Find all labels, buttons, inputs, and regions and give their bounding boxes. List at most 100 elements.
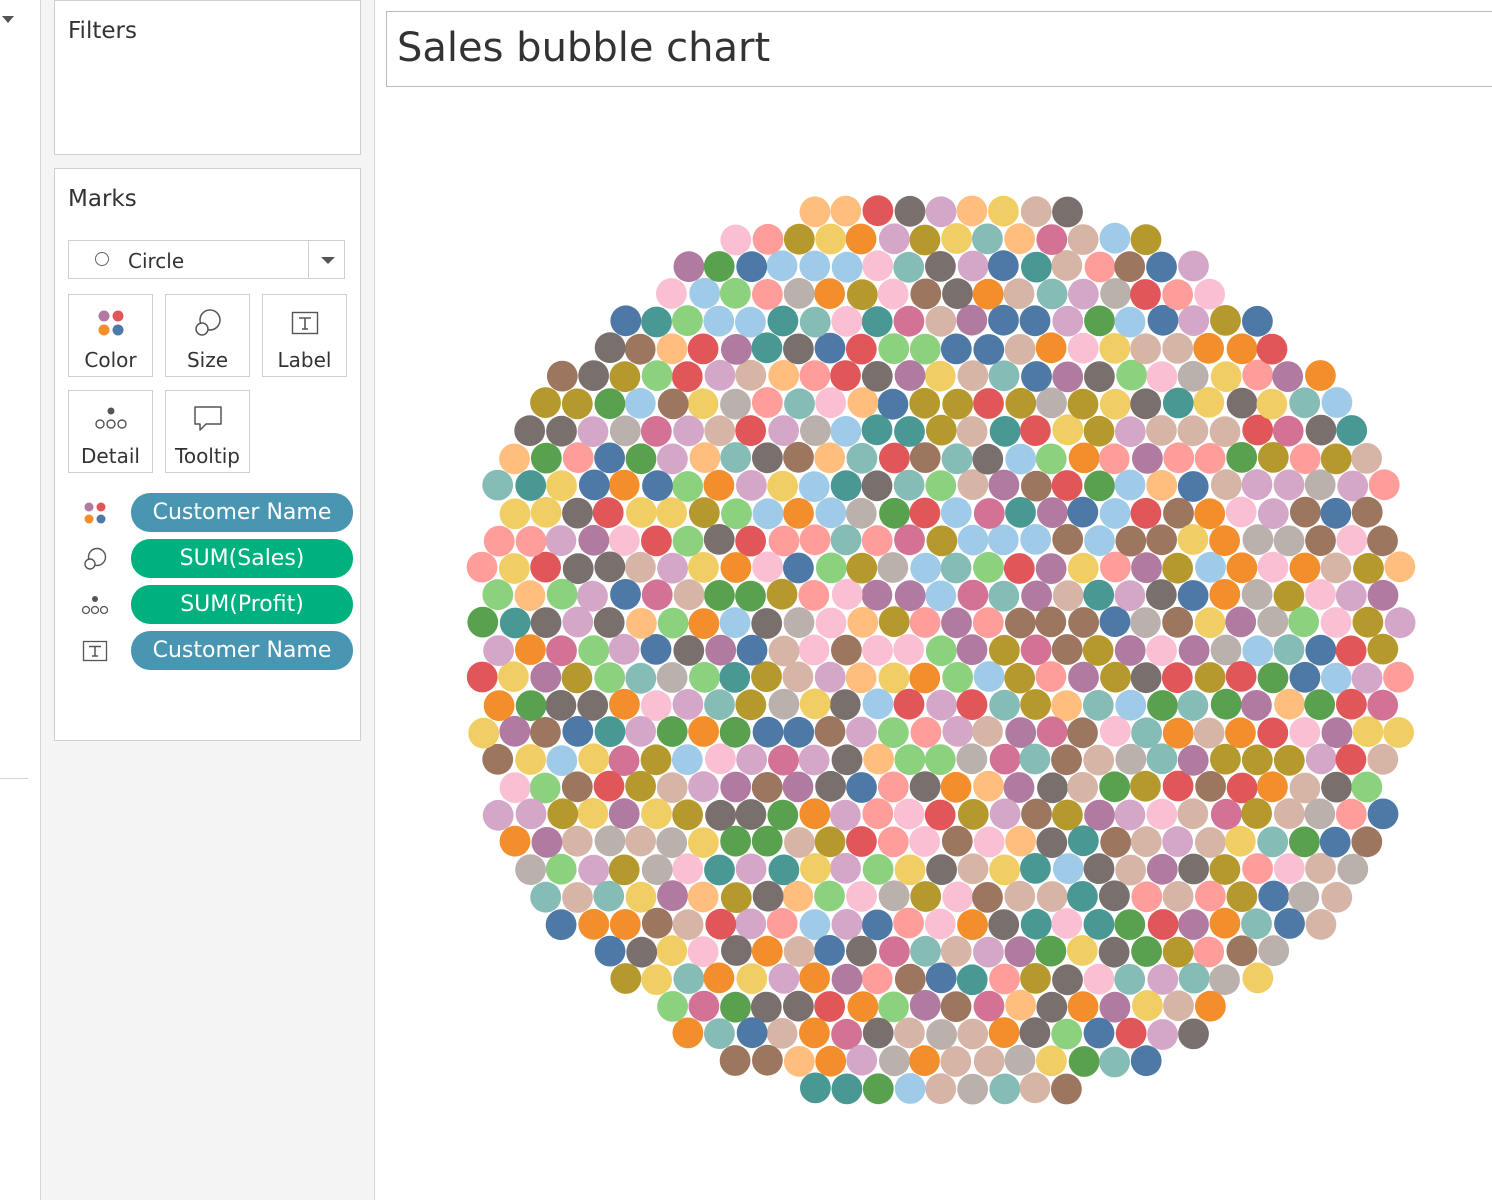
bubble-mark[interactable] bbox=[515, 526, 547, 557]
bubble-mark[interactable] bbox=[608, 798, 640, 830]
bubble-mark[interactable] bbox=[735, 853, 767, 885]
bubble-mark[interactable] bbox=[1305, 414, 1337, 446]
bubble-mark[interactable] bbox=[893, 688, 925, 720]
bubble-mark[interactable] bbox=[1225, 717, 1256, 749]
bubble-mark[interactable] bbox=[768, 415, 799, 446]
bubble-mark[interactable] bbox=[1305, 853, 1336, 884]
bubble-mark[interactable] bbox=[1100, 826, 1132, 858]
bubble-mark[interactable] bbox=[1068, 442, 1100, 474]
bubble-mark[interactable] bbox=[1052, 799, 1083, 831]
bubble-mark[interactable] bbox=[815, 387, 846, 419]
bubble-mark[interactable] bbox=[1352, 606, 1384, 638]
bubble-mark[interactable] bbox=[641, 306, 672, 338]
bubble-mark[interactable] bbox=[799, 524, 831, 556]
bubble-mark[interactable] bbox=[861, 909, 893, 941]
bubble-mark[interactable] bbox=[1320, 662, 1352, 694]
bubble-mark[interactable] bbox=[1130, 770, 1161, 802]
bubble-mark[interactable] bbox=[752, 279, 783, 310]
bubble-mark[interactable] bbox=[578, 743, 610, 775]
bubble-mark[interactable] bbox=[1099, 1046, 1130, 1078]
bubble-mark[interactable] bbox=[672, 305, 703, 336]
label-button[interactable]: Label bbox=[262, 294, 347, 377]
bubble-mark[interactable] bbox=[1274, 688, 1305, 720]
bubble-mark[interactable] bbox=[703, 524, 735, 555]
bubble-mark[interactable] bbox=[909, 826, 940, 857]
bubble-mark[interactable] bbox=[625, 443, 657, 475]
bubble-mark[interactable] bbox=[752, 223, 784, 255]
bubble-mark[interactable] bbox=[735, 580, 766, 612]
bubble-mark[interactable] bbox=[1241, 469, 1273, 500]
bubble-mark[interactable] bbox=[1335, 744, 1367, 775]
bubble-mark[interactable] bbox=[925, 580, 957, 612]
bubble-mark[interactable] bbox=[1242, 635, 1274, 667]
bubble-mark[interactable] bbox=[609, 688, 640, 720]
bubble-mark[interactable] bbox=[672, 471, 703, 502]
bubble-mark[interactable] bbox=[925, 470, 957, 501]
bubble-mark[interactable] bbox=[1305, 525, 1336, 556]
bubble-mark[interactable] bbox=[656, 935, 688, 967]
bubble-mark[interactable] bbox=[1209, 579, 1241, 610]
bubble-mark[interactable] bbox=[941, 223, 972, 254]
bubble-mark[interactable] bbox=[909, 497, 941, 529]
bubble-mark[interactable] bbox=[877, 552, 909, 583]
bubble-mark[interactable] bbox=[1209, 907, 1241, 939]
bubble-mark[interactable] bbox=[879, 442, 910, 474]
bubble-mark[interactable] bbox=[942, 881, 974, 913]
bubble-mark[interactable] bbox=[1083, 963, 1115, 995]
bubble-mark[interactable] bbox=[1004, 880, 1036, 912]
bubble-mark[interactable] bbox=[640, 634, 672, 665]
bubble-mark[interactable] bbox=[641, 907, 673, 939]
bubble-mark[interactable] bbox=[594, 551, 626, 583]
bubble-mark[interactable] bbox=[703, 469, 735, 501]
bubble-mark[interactable] bbox=[1021, 580, 1052, 612]
bubble-mark[interactable] bbox=[482, 799, 514, 831]
bubble-mark[interactable] bbox=[1098, 936, 1130, 968]
bubble-mark[interactable] bbox=[499, 443, 530, 475]
bubble-mark[interactable] bbox=[814, 332, 846, 364]
bubble-mark[interactable] bbox=[894, 360, 926, 391]
bubble-mark[interactable] bbox=[1273, 525, 1305, 557]
bubble-mark[interactable] bbox=[640, 744, 672, 776]
bubble-mark[interactable] bbox=[624, 333, 656, 365]
bubble-mark[interactable] bbox=[720, 442, 752, 473]
bubble-mark[interactable] bbox=[656, 333, 688, 365]
bubble-mark[interactable] bbox=[847, 607, 879, 638]
bubble-mark[interactable] bbox=[752, 716, 784, 748]
bubble-mark[interactable] bbox=[926, 1019, 957, 1050]
bubble-mark[interactable] bbox=[830, 852, 861, 884]
bubble-mark[interactable] bbox=[1036, 827, 1068, 858]
bubble-mark[interactable] bbox=[545, 690, 577, 721]
bubble-mark[interactable] bbox=[846, 881, 877, 912]
bubble-mark[interactable] bbox=[483, 525, 515, 557]
bubble-mark[interactable] bbox=[1100, 278, 1131, 309]
bubble-mark[interactable] bbox=[783, 441, 814, 473]
bubble-mark[interactable] bbox=[829, 799, 861, 831]
bubble-mark[interactable] bbox=[957, 1073, 988, 1105]
bubble-mark[interactable] bbox=[1257, 826, 1289, 858]
bubble-mark[interactable] bbox=[704, 689, 735, 721]
bubble-mark[interactable] bbox=[862, 195, 894, 227]
bubble-mark[interactable] bbox=[879, 1045, 910, 1077]
bubble-chart[interactable] bbox=[375, 0, 1492, 1200]
bubble-mark[interactable] bbox=[988, 469, 1020, 501]
bubble-mark[interactable] bbox=[831, 306, 863, 337]
bubble-mark[interactable] bbox=[926, 525, 958, 557]
bubble-mark[interactable] bbox=[942, 278, 973, 310]
bubble-mark[interactable] bbox=[577, 690, 609, 721]
bubble-mark[interactable] bbox=[1384, 551, 1416, 583]
bubble-mark[interactable] bbox=[1005, 387, 1037, 419]
bubble-mark[interactable] bbox=[546, 470, 577, 502]
bubble-mark[interactable] bbox=[577, 798, 609, 829]
bubble-mark[interactable] bbox=[1289, 826, 1320, 858]
mark-type-dropdown[interactable]: Circle bbox=[68, 240, 345, 279]
bubble-mark[interactable] bbox=[1257, 662, 1289, 694]
bubble-mark[interactable] bbox=[1084, 525, 1115, 557]
bubble-mark[interactable] bbox=[1067, 991, 1099, 1023]
bubble-mark[interactable] bbox=[736, 744, 767, 775]
bubble-mark[interactable] bbox=[1162, 717, 1194, 749]
bubble-mark[interactable] bbox=[1037, 772, 1068, 804]
bubble-mark[interactable] bbox=[1147, 909, 1179, 940]
bubble-mark[interactable] bbox=[1335, 798, 1367, 830]
bubble-mark[interactable] bbox=[1305, 743, 1337, 775]
bubble-mark[interactable] bbox=[1020, 963, 1051, 994]
